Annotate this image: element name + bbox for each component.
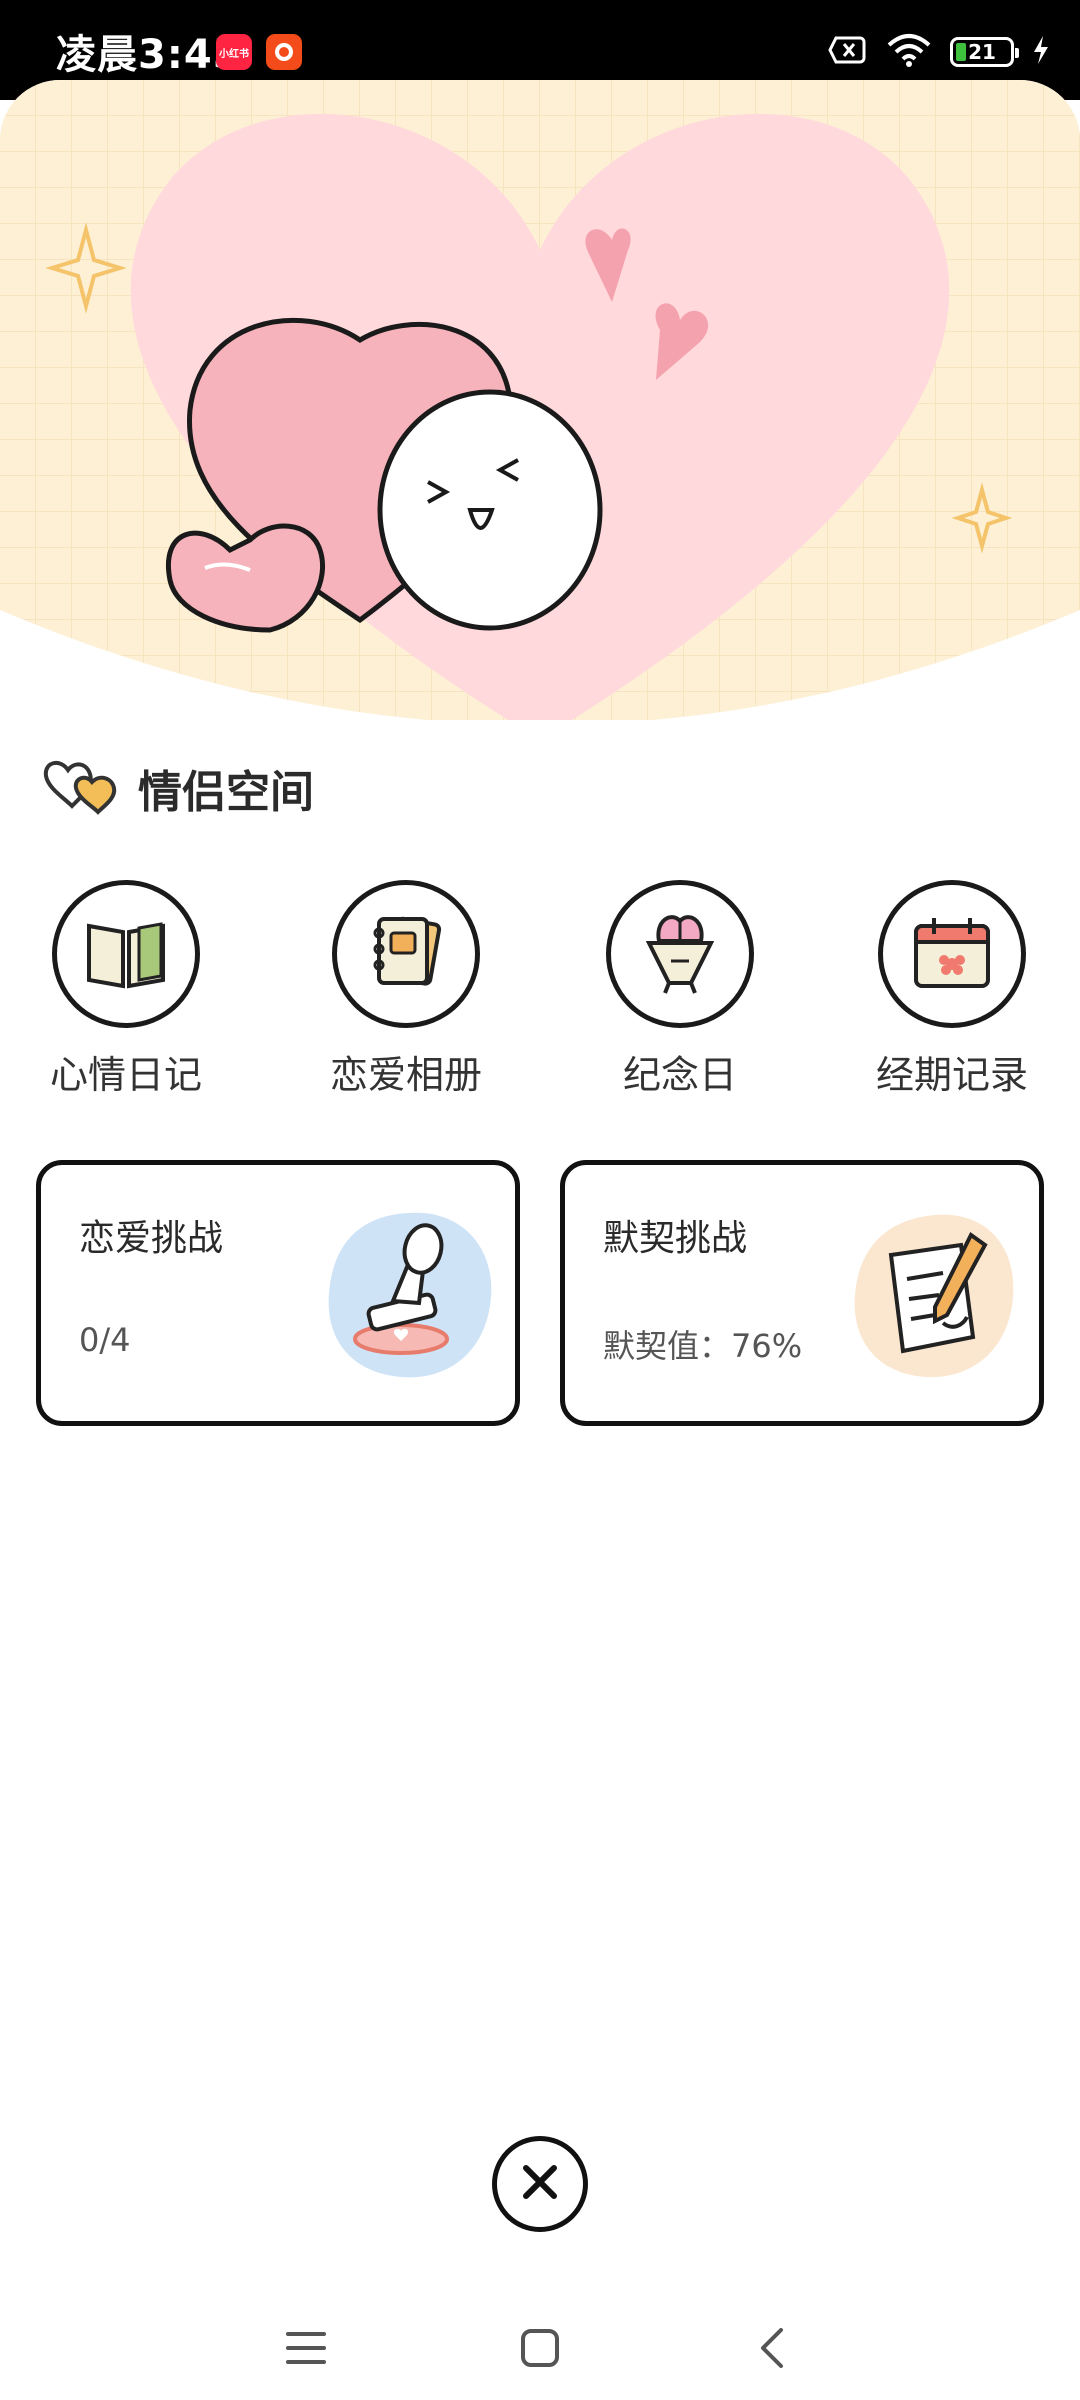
card-title: 恋爱挑战 [79,1218,224,1259]
tacit-value-row: 默契值：76% [603,1321,802,1367]
back-button[interactable] [742,2320,802,2380]
section-header: 情侣空间 [42,752,314,824]
home-button[interactable] [510,2320,570,2380]
couple-space-sheet: 情侣空间 心情日记 恋爱相册 纪念日 经期记录 恋爱挑战 0/4 默契挑战 默契… [0,80,1080,2400]
feature-love-album[interactable]: 恋爱相册 [306,880,506,1099]
feature-period-record[interactable]: 经期记录 [852,880,1052,1099]
feature-circle [878,880,1026,1028]
feature-label: 经期记录 [875,1053,1028,1097]
charging-icon [1032,35,1050,69]
feature-circle [52,880,200,1028]
feature-label: 纪念日 [622,1053,737,1097]
status-time: 凌晨3:45 [56,32,242,78]
tacit-challenge-card[interactable]: 默契挑战 默契值：76% [560,1160,1044,1426]
app-root: 凌晨3:45 小红书 21 情侣空间 心情日记 恋爱相册 纪念日 经期记录 恋爱… [0,0,1080,2400]
feature-anniversary[interactable]: 纪念日 [580,880,780,1099]
tacit-value-label: 默契值： [603,1327,732,1365]
feature-circle [606,880,754,1028]
couple-hearts-icon [42,756,118,820]
note-pencil-icon [854,1214,1014,1378]
tacit-value: 76% [731,1327,803,1365]
album-icon [363,909,449,999]
card-title: 默契挑战 [603,1218,748,1259]
section-title: 情侣空间 [138,767,314,818]
battery-level: 21 [968,40,996,64]
wifi-icon [886,33,932,71]
feature-mood-diary[interactable]: 心情日记 [26,880,226,1099]
xiaohongshu-app-icon: 小红书 [216,34,252,70]
battery-icon: 21 [950,37,1019,67]
challenge-progress: 0/4 [79,1321,131,1359]
banner-illustration [0,80,1080,720]
sim-off-icon [828,35,868,69]
back-icon [757,2326,787,2374]
close-button[interactable] [492,2136,588,2232]
book-icon [81,912,171,996]
pinduoduo-app-icon [266,34,302,70]
love-challenge-card[interactable]: 恋爱挑战 0/4 [36,1160,520,1426]
navigation-bar [0,2300,1080,2400]
feature-label: 心情日记 [49,1053,202,1097]
status-icons: 21 [828,28,1050,76]
menu-button[interactable] [276,2320,336,2380]
bouquet-icon [637,907,723,1001]
menu-icon [284,2328,328,2372]
stamp-icon [328,1212,492,1378]
feature-label: 恋爱相册 [329,1053,482,1097]
home-icon [519,2327,561,2373]
close-icon [518,2160,562,2208]
calendar-icon [906,910,998,998]
feature-circle [332,880,480,1028]
